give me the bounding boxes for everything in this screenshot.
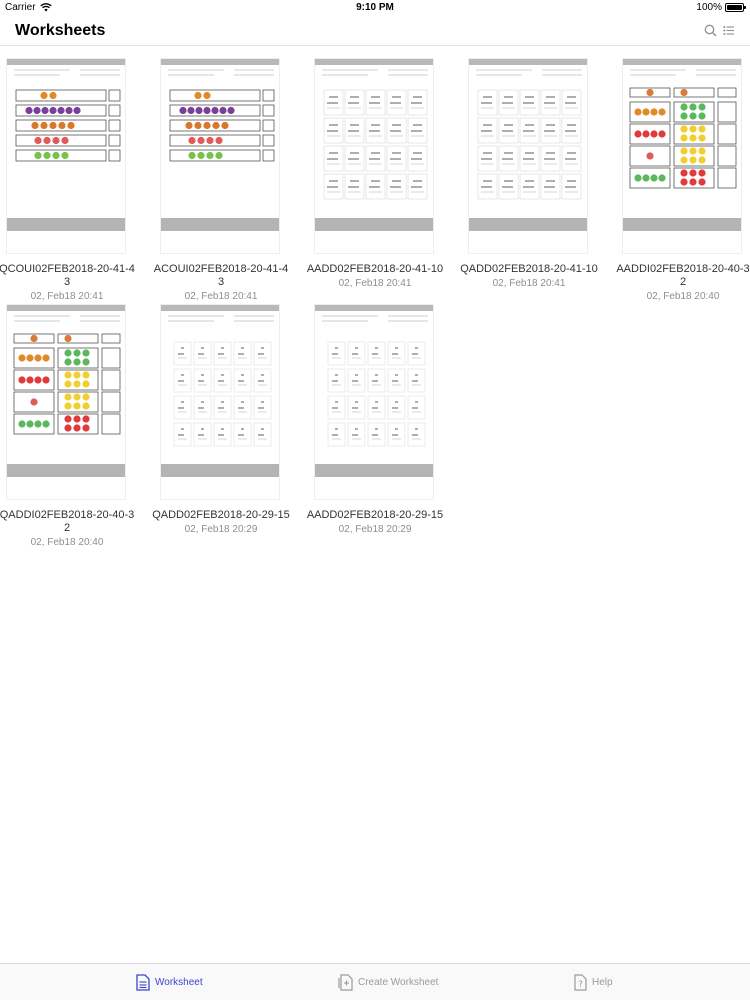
worksheet-card[interactable]: QCOUI02FEB2018-20-41-43 02, Feb18 20:41 [0, 58, 135, 302]
worksheet-name: ACOUI02FEB2018-20-41-43 [153, 263, 289, 288]
document-icon [136, 974, 150, 991]
worksheet-name: QADD02FEB2018-20-41-10 [460, 263, 598, 275]
worksheet-thumbnail[interactable] [622, 58, 742, 254]
help-icon: ? [574, 974, 587, 991]
worksheet-card[interactable]: AADD02FEB2018-20-41-10 02, Feb18 20:41 [307, 58, 443, 289]
worksheet-date: 02, Feb18 20:40 [646, 291, 720, 302]
thumbnail-header-band [161, 59, 279, 65]
battery-fill [727, 5, 742, 10]
search-icon[interactable] [704, 24, 717, 37]
worksheet-thumbnail[interactable] [314, 304, 434, 500]
worksheet-thumbnail[interactable] [160, 304, 280, 500]
worksheet-preview [10, 313, 122, 463]
worksheet-preview [472, 67, 584, 217]
worksheet-thumbnail[interactable] [160, 58, 280, 254]
thumbnail-header-band [161, 305, 279, 311]
worksheet-card[interactable]: ACOUI02FEB2018-20-41-43 02, Feb18 20:41 [154, 58, 288, 302]
worksheet-date: 02, Feb18 20:40 [30, 537, 104, 548]
thumbnail-footer-band [7, 218, 125, 231]
tab-help-label: Help [592, 977, 613, 988]
worksheet-card[interactable]: AADD02FEB2018-20-29-15 02, Feb18 20:29 [307, 304, 443, 535]
thumbnail-header-band [315, 59, 433, 65]
thumbnail-footer-band [315, 464, 433, 477]
svg-text:?: ? [578, 980, 583, 990]
tab-worksheet-label: Worksheet [155, 977, 203, 988]
worksheet-date: 02, Feb18 20:41 [184, 291, 258, 302]
worksheet-card[interactable]: QADD02FEB2018-20-29-15 02, Feb18 20:29 [152, 304, 290, 535]
worksheet-date: 02, Feb18 20:41 [338, 278, 412, 289]
worksheet-thumbnail[interactable] [468, 58, 588, 254]
tab-help[interactable]: ? Help [574, 974, 613, 991]
thumbnail-footer-band [623, 218, 741, 231]
worksheet-name: QCOUI02FEB2018-20-41-43 [0, 263, 135, 288]
worksheet-thumbnail[interactable] [314, 58, 434, 254]
worksheet-date: 02, Feb18 20:29 [184, 524, 258, 535]
thumbnail-footer-band [469, 218, 587, 231]
worksheet-preview [164, 313, 276, 463]
page-title: Worksheets [15, 22, 106, 39]
status-time: 9:10 PM [356, 2, 394, 13]
nav-actions [704, 24, 734, 37]
worksheet-preview [318, 67, 430, 217]
worksheet-name: AADDI02FEB2018-20-40-32 [616, 263, 750, 288]
worksheet-thumbnail[interactable] [6, 304, 126, 500]
worksheet-preview [164, 67, 276, 217]
thumbnail-header-band [7, 305, 125, 311]
worksheet-card[interactable]: QADD02FEB2018-20-41-10 02, Feb18 20:41 [460, 58, 598, 289]
worksheet-card[interactable]: QADDI02FEB2018-20-40-32 02, Feb18 20:40 [0, 304, 134, 548]
thumbnail-header-band [315, 305, 433, 311]
worksheet-card[interactable]: AADDI02FEB2018-20-40-32 02, Feb18 20:40 [616, 58, 750, 302]
thumbnail-header-band [469, 59, 587, 65]
worksheet-name: QADDI02FEB2018-20-40-32 [0, 509, 135, 534]
worksheet-date: 02, Feb18 20:41 [492, 278, 566, 289]
worksheet-name: AADD02FEB2018-20-29-15 [306, 509, 444, 521]
thumbnail-header-band [7, 59, 125, 65]
worksheet-preview [626, 67, 738, 217]
battery-indicator: 100% [696, 2, 746, 13]
thumbnail-footer-band [315, 218, 433, 231]
tab-bar: Worksheet Create Worksheet ? Help [0, 963, 750, 1000]
thumbnail-header-band [623, 59, 741, 65]
worksheet-preview [318, 313, 430, 463]
battery-percent: 100% [696, 2, 722, 13]
worksheet-date: 02, Feb18 20:41 [30, 291, 104, 302]
list-menu-icon[interactable] [723, 25, 734, 36]
worksheet-name: QADD02FEB2018-20-29-15 [152, 509, 290, 521]
worksheet-thumbnail[interactable] [6, 58, 126, 254]
tab-worksheet[interactable]: Worksheet [136, 974, 203, 991]
worksheet-date: 02, Feb18 20:29 [338, 524, 412, 535]
battery-icon [725, 3, 746, 12]
create-document-icon [338, 974, 353, 991]
thumbnail-footer-band [161, 464, 279, 477]
thumbnail-footer-band [7, 464, 125, 477]
navigation-bar: Worksheets [0, 16, 750, 46]
worksheet-preview [10, 67, 122, 217]
tab-create-worksheet-label: Create Worksheet [358, 977, 439, 988]
tab-create-worksheet[interactable]: Create Worksheet [338, 974, 438, 991]
thumbnail-footer-band [161, 218, 279, 231]
status-bar: Carrier 9:10 PM 100% [0, 0, 750, 16]
worksheet-name: AADD02FEB2018-20-41-10 [306, 263, 444, 275]
